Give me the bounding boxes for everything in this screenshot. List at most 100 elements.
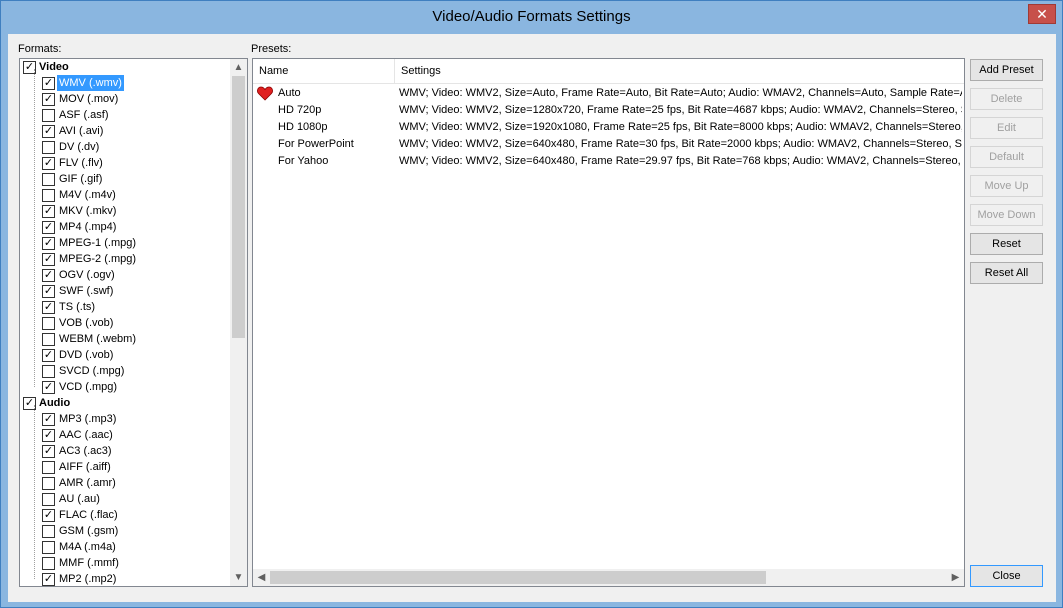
window-close-icon[interactable]: ✕ [1028,4,1056,24]
format-checkbox[interactable]: ✓ [42,509,55,522]
tree-item[interactable]: AMR (.amr) [20,475,229,491]
formats-vertical-scrollbar[interactable]: ▲ ▼ [230,59,247,586]
format-checkbox[interactable] [42,557,55,570]
format-label: AMR (.amr) [59,477,116,489]
format-label: MP2 (.mp2) [59,573,117,585]
tree-group-audio[interactable]: ✓ Audio [20,395,229,411]
move-down-button[interactable]: Move Down [970,204,1043,226]
format-checkbox[interactable] [42,141,55,154]
close-button[interactable]: Close [970,565,1043,587]
format-checkbox[interactable]: ✓ [42,221,55,234]
preset-row[interactable]: Auto WMV; Video: WMV2, Size=Auto, Frame R… [253,85,964,102]
default-button[interactable]: Default [970,146,1043,168]
tree-item[interactable]: DV (.dv) [20,139,229,155]
scroll-left-icon[interactable]: ◀ [253,569,270,586]
presets-list[interactable]: Name Settings Auto WMV; Video: WMV2, Size… [252,58,965,587]
tree-item[interactable]: ✓ MPEG-1 (.mpg) [20,235,229,251]
format-checkbox[interactable]: ✓ [42,237,55,250]
scroll-right-icon[interactable]: ▶ [947,569,964,586]
tree-item[interactable]: ✓ DVD (.vob) [20,347,229,363]
tree-item[interactable]: ✓ AAC (.aac) [20,427,229,443]
tree-item[interactable]: ✓ MP3 (.mp3) [20,411,229,427]
tree-item[interactable]: WEBM (.webm) [20,331,229,347]
tree-item[interactable]: ✓ OGV (.ogv) [20,267,229,283]
tree-item[interactable]: ✓ FLV (.flv) [20,155,229,171]
format-checkbox[interactable]: ✓ [42,349,55,362]
format-checkbox[interactable]: ✓ [42,125,55,138]
title-bar[interactable]: Video/Audio Formats Settings ✕ [1,1,1062,34]
tree-item[interactable]: ✓ AC3 (.ac3) [20,443,229,459]
tree-item[interactable]: ✓ MKV (.mkv) [20,203,229,219]
format-checkbox[interactable]: ✓ [42,77,55,90]
tree-item[interactable]: ✓ TS (.ts) [20,299,229,315]
preset-row[interactable]: HD 720p WMV; Video: WMV2, Size=1280x720, … [253,102,964,119]
tree-item[interactable]: ✓ SWF (.swf) [20,283,229,299]
format-checkbox[interactable]: ✓ [42,381,55,394]
preset-settings: WMV; Video: WMV2, Size=640x480, Frame Ra… [399,155,962,167]
scroll-thumb[interactable] [270,571,766,584]
tree-item[interactable]: ✓ MP4 (.mp4) [20,219,229,235]
format-checkbox[interactable]: ✓ [42,93,55,106]
tree-item[interactable]: GIF (.gif) [20,171,229,187]
format-label: MMF (.mmf) [59,557,119,569]
tree-group-video[interactable]: ✓ Video [20,59,229,75]
tree-item[interactable]: ASF (.asf) [20,107,229,123]
format-checkbox[interactable] [42,109,55,122]
tree-item[interactable]: ✓ FLAC (.flac) [20,507,229,523]
tree-item[interactable]: SVCD (.mpg) [20,363,229,379]
format-checkbox[interactable]: ✓ [42,285,55,298]
format-label: DV (.dv) [59,141,100,153]
presets-horizontal-scrollbar[interactable]: ◀ ▶ [253,569,964,586]
format-label: MP4 (.mp4) [59,221,117,233]
tree-item[interactable]: AU (.au) [20,491,229,507]
preset-settings: WMV; Video: WMV2, Size=1920x1080, Frame … [399,121,962,133]
format-checkbox[interactable]: ✓ [42,413,55,426]
tree-item[interactable]: ✓ MOV (.mov) [20,91,229,107]
reset-all-button[interactable]: Reset All [970,262,1043,284]
preset-row[interactable]: HD 1080p WMV; Video: WMV2, Size=1920x1080… [253,119,964,136]
delete-button[interactable]: Delete [970,88,1043,110]
tree-item[interactable]: M4V (.m4v) [20,187,229,203]
scroll-down-icon[interactable]: ▼ [230,569,247,586]
format-checkbox[interactable]: ✓ [42,157,55,170]
format-checkbox[interactable] [42,317,55,330]
format-checkbox[interactable]: ✓ [42,269,55,282]
tree-item[interactable]: M4A (.m4a) [20,539,229,555]
format-checkbox[interactable]: ✓ [42,445,55,458]
format-checkbox[interactable] [42,189,55,202]
tree-item[interactable]: ✓ AVI (.avi) [20,123,229,139]
format-checkbox[interactable] [42,461,55,474]
format-checkbox[interactable] [42,477,55,490]
preset-settings: WMV; Video: WMV2, Size=640x480, Frame Ra… [399,138,962,150]
format-checkbox[interactable]: ✓ [42,573,55,586]
format-checkbox[interactable]: ✓ [42,301,55,314]
preset-row[interactable]: For Yahoo WMV; Video: WMV2, Size=640x480,… [253,153,964,170]
add-preset-button[interactable]: Add Preset [970,59,1043,81]
scroll-up-icon[interactable]: ▲ [230,59,247,76]
format-checkbox[interactable]: ✓ [42,253,55,266]
tree-item[interactable]: GSM (.gsm) [20,523,229,539]
scroll-thumb[interactable] [232,76,245,338]
tree-item[interactable]: ✓ VCD (.mpg) [20,379,229,395]
tree-item[interactable]: ✓ MPEG-2 (.mpg) [20,251,229,267]
format-checkbox[interactable] [42,541,55,554]
edit-button[interactable]: Edit [970,117,1043,139]
format-checkbox[interactable] [42,525,55,538]
format-checkbox[interactable]: ✓ [42,429,55,442]
formats-tree[interactable]: ✓ Video ✓ WMV (.wmv) ✓ MOV (.mov) ASF (.asf) ✓ A… [19,58,248,587]
format-checkbox[interactable] [42,333,55,346]
column-header-settings[interactable]: Settings [395,59,964,84]
tree-item[interactable]: MMF (.mmf) [20,555,229,571]
format-checkbox[interactable] [42,173,55,186]
column-header-name[interactable]: Name [253,59,395,84]
move-up-button[interactable]: Move Up [970,175,1043,197]
tree-item[interactable]: VOB (.vob) [20,315,229,331]
tree-item[interactable]: ✓ WMV (.wmv) [20,75,229,91]
preset-row[interactable]: For PowerPoint WMV; Video: WMV2, Size=640… [253,136,964,153]
reset-button[interactable]: Reset [970,233,1043,255]
format-checkbox[interactable] [42,493,55,506]
tree-item[interactable]: AIFF (.aiff) [20,459,229,475]
tree-item[interactable]: ✓ MP2 (.mp2) [20,571,229,586]
format-checkbox[interactable] [42,365,55,378]
format-checkbox[interactable]: ✓ [42,205,55,218]
